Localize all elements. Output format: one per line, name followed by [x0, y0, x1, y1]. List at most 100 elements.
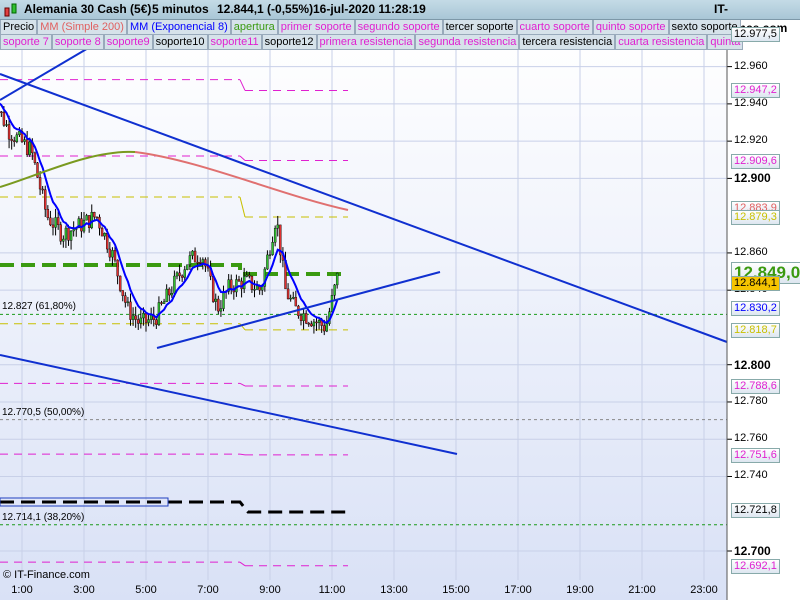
candle-body — [10, 138, 13, 141]
candle-body — [25, 139, 29, 155]
legend-item[interactable]: Precio — [0, 20, 38, 35]
candle-body — [333, 284, 336, 296]
candle-body — [103, 233, 106, 237]
candle-body — [191, 250, 194, 256]
candle-body — [147, 319, 150, 323]
candle-body — [90, 212, 93, 228]
candle-body — [64, 227, 68, 240]
candle-body — [271, 242, 274, 255]
candle-body — [193, 250, 197, 263]
candle-body — [93, 212, 96, 218]
legend-item[interactable]: sexto soporte — [668, 20, 741, 35]
y-tick-label: 12.800 — [734, 357, 771, 372]
candle-body — [304, 313, 308, 324]
candle-body — [126, 301, 130, 304]
legend-item[interactable]: soporte 8 — [51, 35, 104, 50]
x-tick-label: 11:00 — [318, 584, 346, 596]
legend-item[interactable]: soporte9 — [103, 35, 153, 50]
candle-body — [325, 323, 329, 332]
price-label: 12.947,2 — [731, 83, 780, 99]
candle-body — [199, 262, 202, 264]
legend-item[interactable]: cuarta resistencia — [615, 35, 708, 50]
legend-item[interactable]: soporte12 — [261, 35, 317, 50]
candle-body — [323, 325, 326, 332]
candle-body — [273, 228, 277, 243]
legend-item[interactable]: soporte11 — [207, 35, 262, 50]
candle-body — [312, 321, 316, 327]
candle-body — [59, 224, 62, 242]
legend-item[interactable]: primer soporte — [277, 20, 355, 35]
legend-row-1: Precio MM (Simple 200) MM (Exponencial 8) a… — [0, 20, 741, 35]
copyright: © IT-Finance.com — [3, 569, 90, 581]
x-tick-label: 23:00 — [690, 584, 718, 596]
y-tick-label: 12.960 — [734, 59, 768, 72]
candle-body — [330, 295, 334, 312]
x-tick-label: 17:00 — [504, 584, 532, 596]
candle-body — [142, 313, 145, 319]
candle-body — [235, 279, 238, 293]
candle-body — [62, 238, 65, 242]
legend-item[interactable]: MM (Simple 200) — [37, 20, 127, 35]
candle-body — [23, 139, 26, 142]
candle-body — [118, 275, 122, 291]
price-label: 12.830,2 — [731, 301, 780, 317]
candle-body — [95, 216, 99, 219]
candle-body — [188, 255, 192, 265]
candle-body — [302, 313, 305, 321]
candle-body — [286, 288, 290, 300]
legend-item[interactable]: cuarto soporte — [516, 20, 593, 35]
x-tick-label: 21:00 — [628, 584, 656, 596]
x-tick-label: 19:00 — [566, 584, 594, 596]
candle-body — [299, 315, 303, 321]
candle-body — [307, 323, 310, 325]
candle-body — [211, 276, 215, 302]
legend-item[interactable]: segunda resistencia — [415, 35, 520, 50]
fibonacci-label: 12.714,1 (38,20%) — [2, 511, 85, 523]
candle-body — [56, 217, 60, 225]
price-label: 12.977,5 — [731, 27, 780, 43]
y-tick-label: 12.780 — [734, 394, 768, 407]
candle-body — [5, 124, 8, 126]
candle-body — [160, 302, 163, 304]
candlestick-logo-icon — [4, 3, 17, 17]
candle-body — [72, 229, 75, 232]
candle-body — [217, 298, 220, 312]
candle-body — [173, 275, 176, 294]
candle-body — [180, 275, 184, 278]
x-tick-label: 7:00 — [197, 584, 219, 596]
legend-item[interactable]: apertura — [230, 20, 278, 35]
legend-item[interactable]: MM (Exponencial 8) — [126, 20, 231, 35]
candle-body — [7, 124, 11, 140]
price-label: 12.909,6 — [731, 153, 780, 169]
candle-body — [124, 295, 127, 303]
last-price: 12.844,1 (-0,55%) — [217, 2, 314, 16]
candle-body — [315, 321, 318, 324]
legend-item[interactable]: tercera resistencia — [519, 35, 616, 50]
legend-item[interactable]: soporte 7 — [0, 35, 52, 50]
candle-body — [292, 297, 295, 299]
legend-item[interactable]: quinto soporte — [592, 20, 669, 35]
candle-body — [121, 290, 124, 296]
price-label: 12.818,7 — [731, 322, 780, 338]
candle-body — [253, 289, 256, 291]
candle-body — [144, 313, 148, 323]
candle-body — [175, 272, 179, 277]
x-tick-label: 13:00 — [380, 584, 408, 596]
candle-body — [165, 288, 168, 302]
y-tick-label: 12.900 — [734, 171, 771, 186]
y-tick-label: 12.760 — [734, 432, 768, 445]
y-tick-label: 12.700 — [734, 544, 771, 558]
candle-body — [111, 250, 114, 258]
y-tick-label: 12.940 — [734, 96, 768, 109]
candle-body — [266, 254, 269, 270]
candle-body — [38, 177, 42, 190]
legend-item[interactable]: soporte10 — [152, 35, 208, 50]
legend-item[interactable]: primera resistencia — [316, 35, 416, 50]
price-label: 12.751,6 — [731, 447, 780, 463]
price-label: 12.692,1 — [731, 558, 780, 574]
legend-item[interactable]: tercer soporte — [442, 20, 517, 35]
candle-body — [268, 254, 272, 256]
legend-item[interactable]: segundo soporte — [354, 20, 443, 35]
candle-body — [69, 230, 73, 241]
candle-body — [54, 217, 57, 228]
